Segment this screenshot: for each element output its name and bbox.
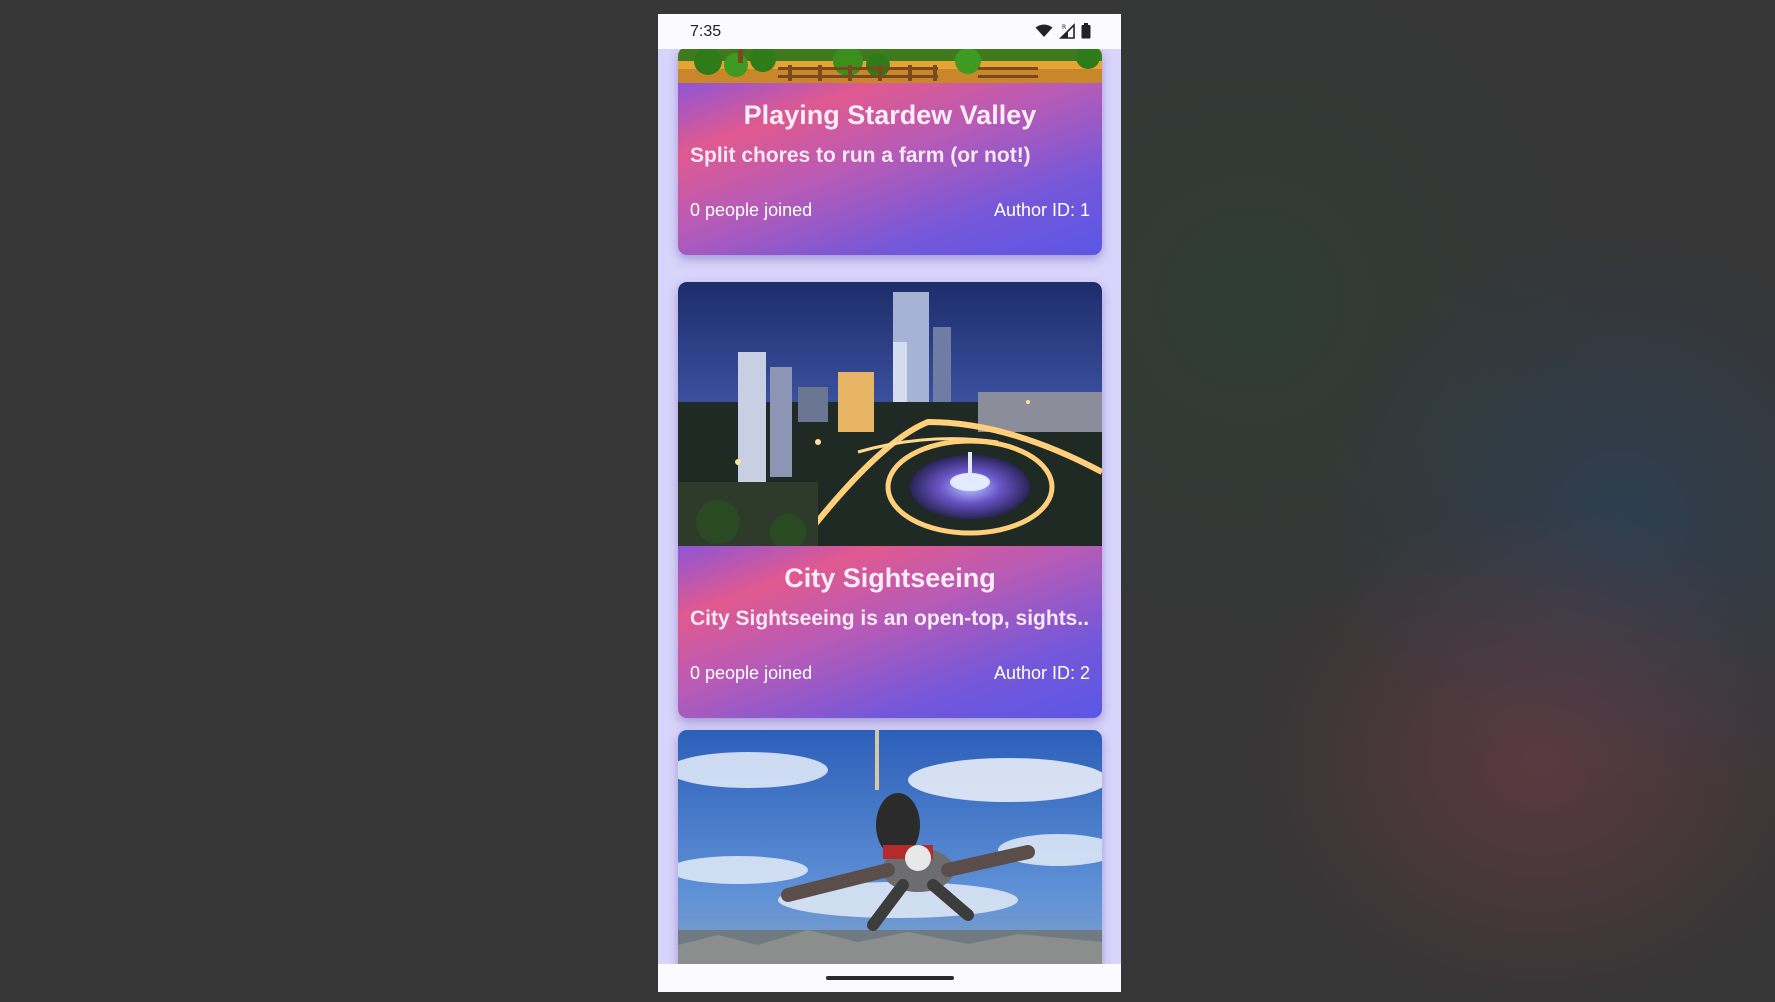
svg-text:R: R (1062, 24, 1066, 31)
wifi-icon (1035, 24, 1053, 37)
gesture-nav-bar (658, 964, 1121, 992)
card-body: Playing Stardew Valley Split chores to r… (678, 83, 1102, 255)
skydiving-image (678, 730, 1102, 964)
card-title: Playing Stardew Valley (743, 100, 1037, 130)
author-id: Author ID: 1 (993, 200, 1090, 220)
card-description: Split chores to run a farm (or not!) (690, 144, 1031, 167)
feed-list[interactable]: Playing Stardew Valley Split chores to r… (658, 49, 1121, 964)
battery-icon (1081, 23, 1091, 39)
phone-screen: 7:35 R Playing Stardew Valley Split chor… (658, 14, 1121, 992)
joined-count: 0 people joined (690, 663, 813, 683)
city-night-skyline-image (678, 282, 1102, 546)
card-title: City Sightseeing (784, 563, 996, 593)
home-handle[interactable] (826, 976, 954, 980)
joined-count: 0 people joined (690, 200, 813, 220)
event-card[interactable] (678, 730, 1102, 964)
status-bar: 7:35 R (658, 14, 1121, 49)
event-card[interactable]: City Sightseeing City Sightseeing is an … (678, 282, 1102, 718)
stardew-valley-farm-image (678, 49, 1102, 83)
card-body: City Sightseeing City Sightseeing is an … (678, 546, 1102, 718)
status-time: 7:35 (690, 23, 722, 40)
signal-icon: R (1059, 23, 1075, 39)
event-card[interactable]: Playing Stardew Valley Split chores to r… (678, 49, 1102, 255)
status-icons: R (1035, 23, 1091, 39)
card-description: City Sightseeing is an open-top, sights.… (690, 607, 1090, 630)
desktop-background: 7:35 R Playing Stardew Valley Split chor… (0, 0, 1775, 1002)
author-id: Author ID: 2 (993, 663, 1090, 683)
